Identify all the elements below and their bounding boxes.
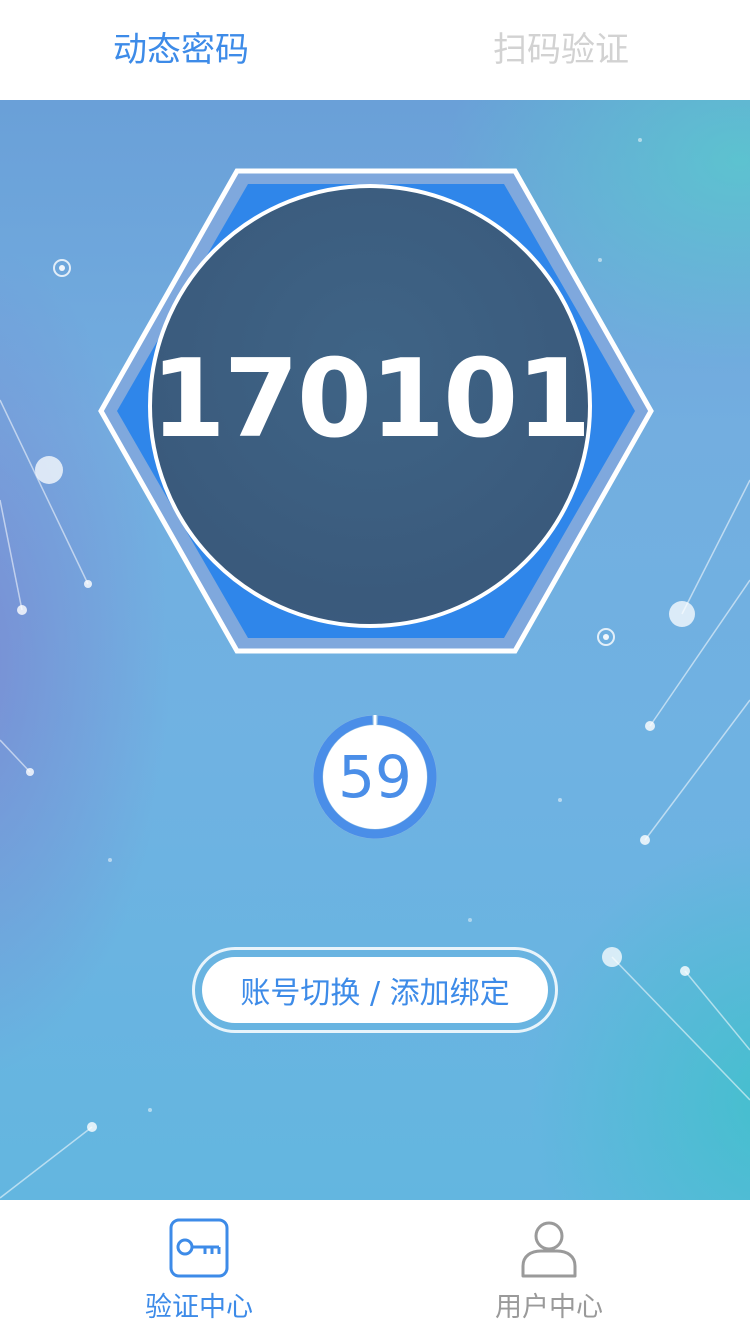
- account-switch-label: 账号切换 / 添加绑定: [202, 957, 548, 1023]
- dynamic-code: 170101: [150, 337, 592, 462]
- nav-item-verify-center[interactable]: 验证中心: [134, 1216, 264, 1324]
- tab-scan-verify[interactable]: 扫码验证: [493, 28, 629, 72]
- bottom-nav: 验证中心 用户中心: [0, 1200, 750, 1334]
- account-switch-button[interactable]: 账号切换 / 添加绑定: [192, 947, 558, 1033]
- key-icon: [169, 1218, 229, 1278]
- main-panel: 170101 59 账号切换 / 添加绑定: [0, 100, 750, 1200]
- countdown-seconds: 59: [338, 743, 412, 811]
- nav-label-user-center: 用户中心: [495, 1292, 603, 1323]
- tab-dynamic-password[interactable]: 动态密码: [113, 28, 249, 72]
- nav-label-verify-center: 验证中心: [145, 1292, 253, 1323]
- top-tab-bar: 动态密码 扫码验证: [0, 0, 750, 100]
- countdown-timer: 59: [311, 713, 439, 841]
- code-circle: 170101: [148, 184, 592, 628]
- user-icon: [521, 1221, 577, 1278]
- nav-item-user-center[interactable]: 用户中心: [484, 1216, 614, 1324]
